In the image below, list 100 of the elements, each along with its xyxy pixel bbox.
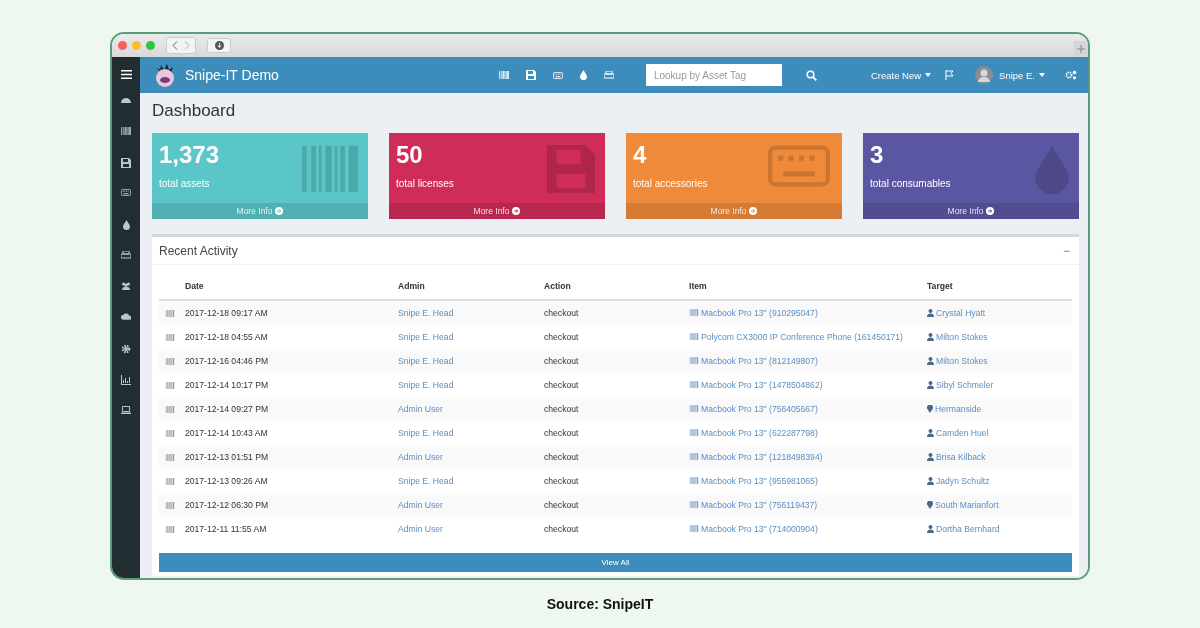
item-link[interactable]: Macbook Pro 13" (622287798) (701, 427, 818, 438)
item-link[interactable]: Macbook Pro 13" (1218498394) (701, 451, 823, 462)
stat-count: 4 (633, 141, 648, 169)
drop-icon[interactable] (579, 70, 587, 80)
arrow-circle-icon (512, 207, 521, 215)
user-icon (927, 332, 934, 341)
collapse-button[interactable]: − (1061, 243, 1072, 258)
item-link[interactable]: Macbook Pro 13" (955981065) (701, 475, 818, 486)
item-link[interactable]: Macbook Pro 13" (756405667) (701, 403, 818, 414)
page-title: Dashboard (152, 101, 237, 121)
app-title[interactable]: Snipe-IT Demo (185, 67, 279, 83)
search-icon[interactable] (805, 69, 817, 81)
more-info-link[interactable]: More Info (389, 203, 605, 219)
table-cell: checkout (544, 493, 689, 517)
barcode-icon (165, 333, 175, 341)
barcode-icon (165, 501, 175, 509)
user-icon (927, 476, 934, 485)
create-new-menu[interactable]: Create New (870, 69, 932, 81)
target-link[interactable]: Brisa Kilback (936, 451, 986, 462)
flag-icon[interactable] (945, 70, 956, 80)
target-link[interactable]: South Marianfort (935, 499, 999, 510)
download-icon (214, 41, 224, 50)
keyboard-icon[interactable] (121, 189, 131, 196)
barcode-icon (689, 357, 699, 365)
target-link[interactable]: Dortha Bernhard (936, 523, 1000, 534)
settings-icon[interactable] (121, 344, 131, 354)
admin-link[interactable]: Snipe E. Head (398, 476, 454, 486)
user-icon (927, 356, 934, 365)
item-link[interactable]: Macbook Pro 13" (910295047) (701, 307, 818, 318)
admin-link[interactable]: Snipe E. Head (398, 308, 454, 318)
item-link[interactable]: Macbook Pro 13" (1478504862) (701, 379, 823, 390)
table-cell: checkout (544, 300, 689, 325)
avatar[interactable] (975, 66, 994, 84)
admin-link[interactable]: Admin User (398, 452, 443, 462)
back-icon[interactable] (172, 41, 178, 50)
table-cell: 2017-12-14 10:43 AM (185, 421, 398, 445)
search-field[interactable]: Lookup by Asset Tag (645, 64, 782, 86)
admin-link[interactable]: Admin User (398, 404, 443, 414)
barcode-icon (689, 405, 699, 413)
printer-icon[interactable] (121, 251, 131, 259)
admin-link[interactable]: Snipe E. Head (398, 332, 454, 342)
barcode-icon (689, 333, 699, 341)
stat-label: total consumables (870, 178, 951, 189)
dashboard-icon[interactable] (121, 96, 131, 103)
barcode-icon (165, 381, 175, 389)
arrow-circle-icon (275, 207, 284, 215)
admin-link[interactable]: Snipe E. Head (398, 380, 454, 390)
table-cell: checkout (544, 349, 689, 373)
item-link[interactable]: Macbook Pro 13" (714000904) (701, 523, 818, 534)
stat-label: total assets (159, 178, 211, 189)
table-cell: 2017-12-13 01:51 PM (185, 445, 398, 469)
barcode-icon (689, 309, 699, 317)
minimize-window-dot[interactable] (132, 41, 141, 50)
barcode-icon (165, 453, 175, 461)
admin-link[interactable]: Admin User (398, 524, 443, 534)
user-icon (927, 308, 934, 317)
target-link[interactable]: Crystal Hyatt (936, 307, 986, 318)
caret-icon (925, 73, 932, 77)
barcode-icon (165, 309, 175, 317)
drop-icon (1035, 145, 1069, 195)
map-marker-icon (927, 500, 933, 509)
table-cell: 2017-12-14 10:17 PM (185, 373, 398, 397)
caption: Source: SnipeIT (546, 596, 654, 612)
target-link[interactable]: Camden Huel (936, 427, 989, 438)
admin-link[interactable]: Admin User (398, 500, 443, 510)
barcode-icon (689, 525, 699, 533)
menu-icon[interactable] (120, 70, 132, 79)
table-cell: 2017-12-18 04:55 AM (185, 325, 398, 349)
table-cell: checkout (544, 421, 689, 445)
settings-icon[interactable] (1065, 70, 1077, 80)
cloud-download-icon[interactable] (121, 313, 131, 320)
item-link[interactable]: Macbook Pro 13" (756119437) (701, 499, 818, 510)
table-cell: 2017-12-13 09:26 AM (185, 469, 398, 493)
admin-link[interactable]: Snipe E. Head (398, 428, 454, 438)
back-forward-buttons[interactable] (166, 37, 196, 54)
more-info-link[interactable]: More Info (863, 203, 1079, 219)
more-info-link[interactable]: More Info (152, 203, 368, 219)
target-link[interactable]: Milton Stokes (936, 331, 988, 342)
item-link[interactable]: Macbook Pro 13" (812149807) (701, 355, 818, 366)
drop-icon[interactable] (122, 220, 130, 230)
table-cell: 2017-12-12 06:30 PM (185, 493, 398, 517)
bar-chart-icon[interactable] (121, 375, 131, 385)
laptop-icon[interactable] (121, 406, 131, 414)
stat-count: 50 (396, 141, 424, 169)
target-link[interactable]: Milton Stokes (936, 355, 988, 366)
table-cell: checkout (544, 469, 689, 493)
download-button[interactable] (207, 38, 231, 53)
barcode-icon (689, 501, 699, 509)
target-link[interactable]: Hermanside (935, 403, 982, 414)
target-link[interactable]: Sibyl Schmeler (936, 379, 994, 390)
item-link[interactable]: Polycom CX3000 IP Conference Phone (161450171) (701, 331, 903, 342)
maximize-window-dot[interactable] (146, 41, 155, 50)
more-info-link[interactable]: More Info (626, 203, 842, 219)
close-window-dot[interactable] (118, 41, 127, 50)
view-all-button[interactable]: View All (159, 553, 1072, 572)
user-icon (927, 380, 934, 389)
table-cell: checkout (544, 325, 689, 349)
target-link[interactable]: Jadyn Schultz (936, 475, 990, 486)
user-menu[interactable]: Snipe E. (999, 69, 1045, 81)
admin-link[interactable]: Snipe E. Head (398, 356, 454, 366)
